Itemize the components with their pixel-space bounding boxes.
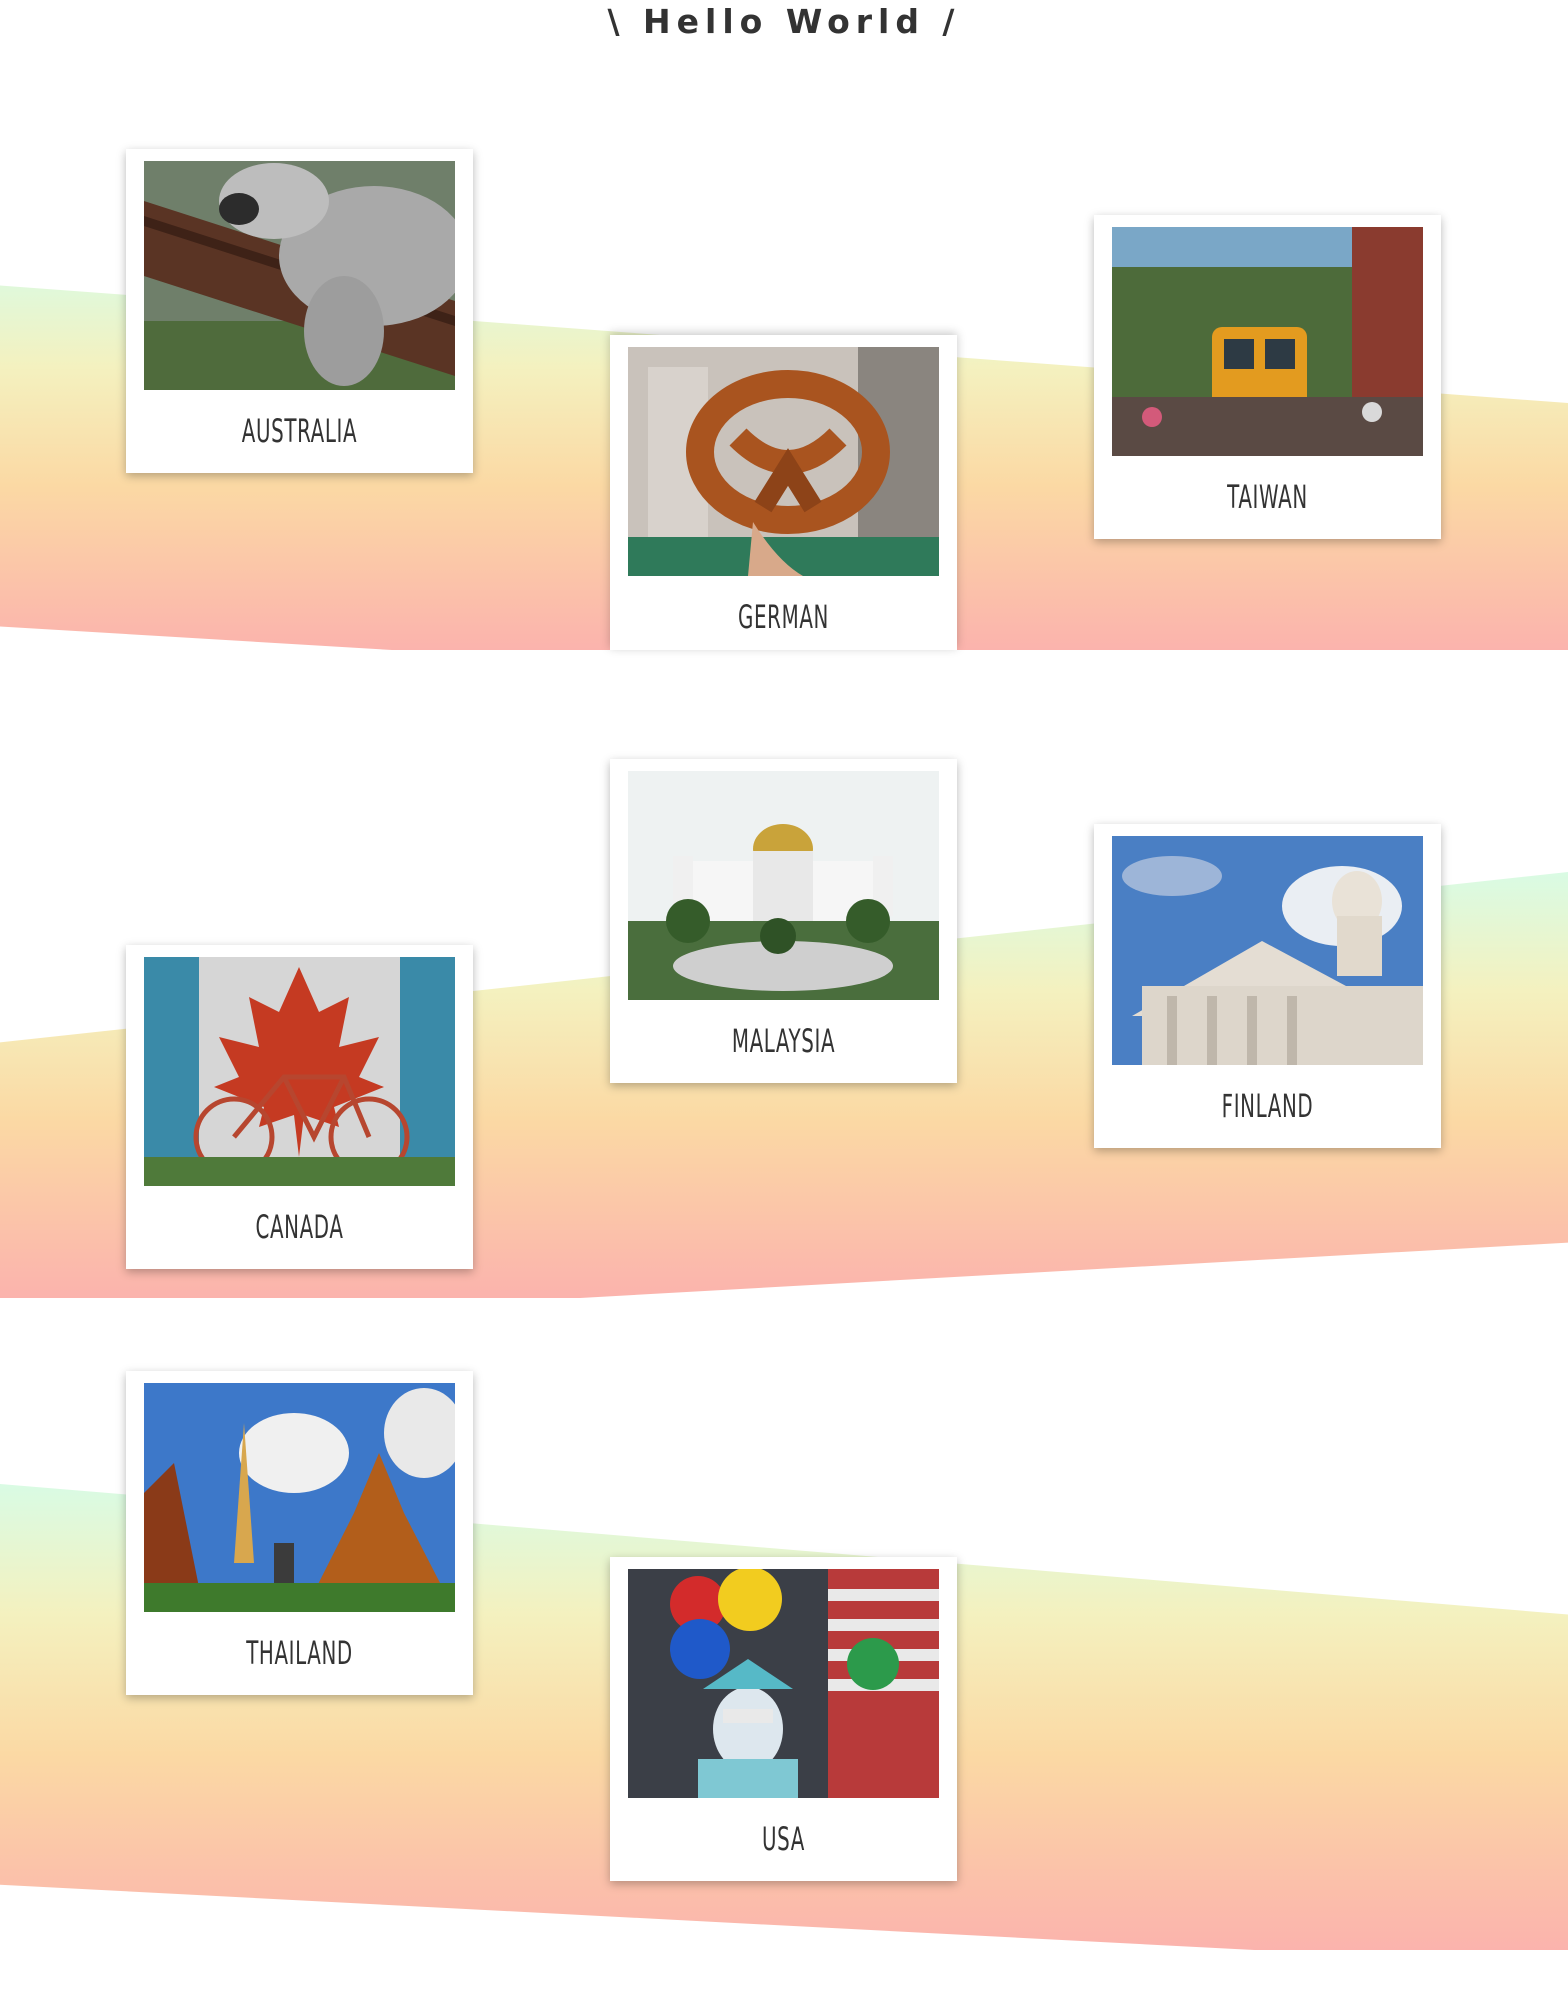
- card-thailand[interactable]: THAILAND: [126, 1371, 473, 1695]
- koala-photo: [144, 161, 455, 390]
- card-finland[interactable]: FINLAND: [1094, 824, 1441, 1148]
- card-label: TAIWAN: [1227, 478, 1308, 516]
- cathedral-photo: [1112, 836, 1423, 1065]
- card-label: THAILAND: [246, 1634, 353, 1672]
- statue-of-liberty-costume-photo: [628, 1569, 939, 1798]
- train-photo: [1112, 227, 1423, 456]
- card-german[interactable]: GERMAN: [610, 335, 957, 650]
- card-label: FINLAND: [1221, 1087, 1314, 1125]
- page-title: \ Hello World /: [607, 2, 961, 41]
- temple-photo: [144, 1383, 455, 1612]
- pretzel-photo: [628, 347, 939, 576]
- card-label: USA: [762, 1820, 805, 1858]
- card-malaysia[interactable]: MALAYSIA: [610, 759, 957, 1083]
- card-label: CANADA: [255, 1208, 344, 1246]
- card-label: MALAYSIA: [731, 1022, 836, 1060]
- card-usa[interactable]: USA: [610, 1557, 957, 1881]
- mosque-photo: [628, 771, 939, 1000]
- card-canada[interactable]: CANADA: [126, 945, 473, 1269]
- card-label: AUSTRALIA: [241, 412, 358, 450]
- card-label: GERMAN: [738, 598, 829, 636]
- card-australia[interactable]: AUSTRALIA: [126, 149, 473, 473]
- card-taiwan[interactable]: TAIWAN: [1094, 215, 1441, 539]
- maple-leaf-bicycle-photo: [144, 957, 455, 1186]
